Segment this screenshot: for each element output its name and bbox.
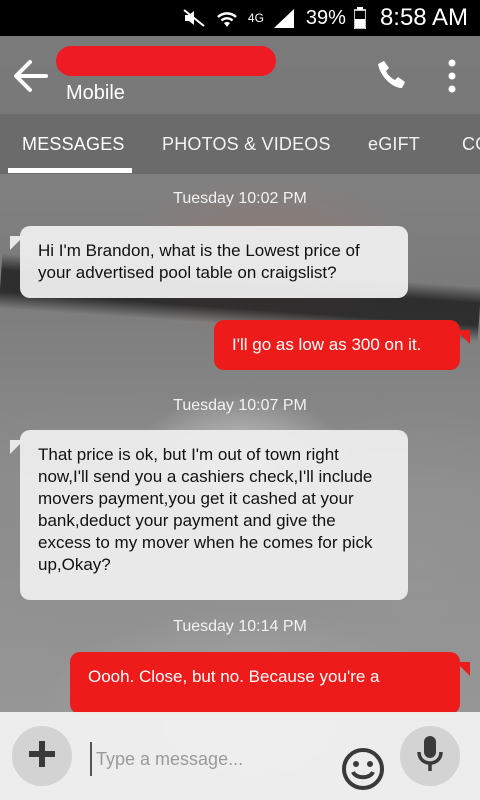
compose-bar — [0, 712, 480, 800]
tab-egift[interactable]: eGIFT — [368, 114, 420, 174]
signal-icon — [272, 7, 296, 29]
phone-icon[interactable] — [376, 58, 410, 92]
attach-button[interactable] — [12, 726, 72, 786]
outgoing-message[interactable]: I'll go as low as 300 on it. — [214, 320, 460, 370]
redacted-contact-name — [56, 46, 276, 76]
clock: 8:58 AM — [379, 4, 468, 31]
incoming-message[interactable]: That price is ok, but I'm out of town ri… — [20, 430, 408, 600]
mute-icon — [182, 8, 206, 28]
timestamp: Tuesday 10:07 PM — [173, 397, 307, 414]
battery-icon — [353, 7, 366, 29]
status-bar: 4G 39% 8:58 AM — [0, 0, 480, 36]
timestamp: Tuesday 10:14 PM — [173, 618, 307, 635]
battery-percent: 39% — [305, 6, 346, 29]
active-tab-indicator — [8, 168, 132, 173]
back-arrow-icon[interactable] — [12, 58, 48, 94]
microphone-icon — [415, 734, 445, 779]
plus-icon — [25, 737, 59, 776]
wifi-icon — [214, 7, 240, 29]
overflow-menu-icon[interactable] — [442, 58, 462, 94]
timestamp: Tuesday 10:02 PM — [173, 190, 307, 207]
tab-photos-videos[interactable]: PHOTOS & VIDEOS — [162, 114, 331, 174]
contact-subtitle: Mobile — [66, 82, 125, 104]
network-type: 4G — [247, 11, 264, 25]
tab-messages[interactable]: MESSAGES — [22, 114, 125, 174]
conversation-header: Mobile — [0, 36, 480, 114]
incoming-message[interactable]: Hi I'm Brandon, what is the Lowest price… — [20, 226, 408, 298]
message-input[interactable] — [90, 742, 348, 776]
voice-input-button[interactable] — [400, 726, 460, 786]
tab-contact[interactable]: CO — [462, 114, 480, 174]
outgoing-message[interactable]: Oooh. Close, but no. Because you're a — [70, 652, 460, 714]
emoji-icon[interactable] — [340, 746, 386, 792]
conversation-tabs: MESSAGES PHOTOS & VIDEOS eGIFT CO — [0, 114, 480, 174]
